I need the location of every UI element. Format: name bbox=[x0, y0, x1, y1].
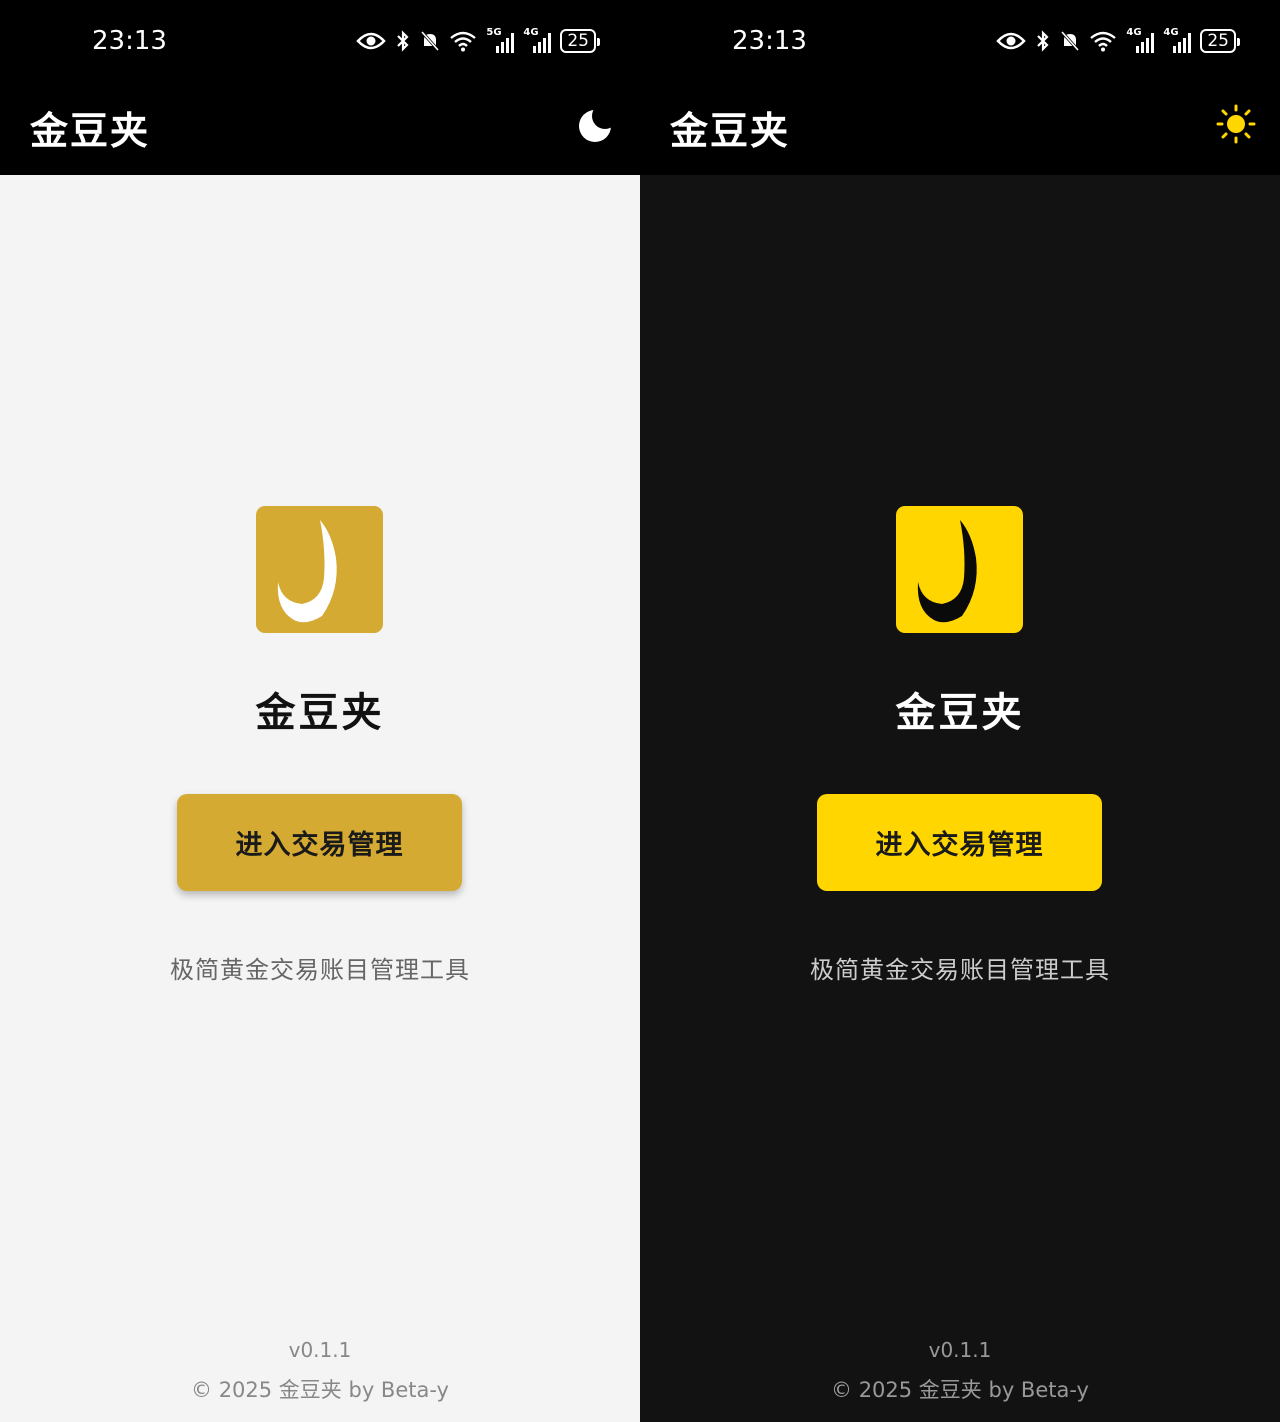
sun-icon bbox=[1216, 104, 1256, 144]
copyright-label: © 2025 金豆夹 by Beta-y bbox=[831, 1378, 1089, 1402]
signal-4g-icon: 4G bbox=[523, 27, 552, 53]
app-bar-title: 金豆夹 bbox=[30, 109, 151, 153]
top-app-bar: 23:13 5G 4G 25 金豆夹 bbox=[0, 0, 640, 175]
wifi-icon bbox=[1090, 31, 1117, 52]
brand-name: 金豆夹 bbox=[895, 690, 1025, 736]
dark-theme-screen: 23:13 4G 4G 25 金豆夹 金豆夹 进入交易管理 极简黄金交易账目管理… bbox=[640, 0, 1280, 1422]
status-time: 23:13 bbox=[732, 26, 807, 56]
wifi-icon bbox=[450, 31, 477, 52]
bluetooth-icon bbox=[397, 30, 409, 52]
signal-4g-icon: 4G bbox=[1126, 27, 1155, 53]
status-icons: 4G 4G 25 bbox=[996, 27, 1240, 53]
moon-icon bbox=[579, 103, 618, 142]
bell-muted-icon bbox=[1061, 31, 1080, 51]
top-app-bar: 23:13 4G 4G 25 金豆夹 bbox=[640, 0, 1280, 175]
bluetooth-icon bbox=[1037, 30, 1049, 52]
light-theme-screen: 23:13 5G 4G 25 金豆夹 金豆夹 进入交易管理 极简黄金交易账目管理… bbox=[0, 0, 640, 1422]
battery-indicator: 25 bbox=[560, 29, 600, 53]
version-label: v0.1.1 bbox=[288, 1338, 352, 1362]
eye-icon bbox=[356, 32, 387, 50]
signal-4g-icon: 4G bbox=[1163, 27, 1192, 53]
status-time: 23:13 bbox=[92, 26, 167, 56]
bell-muted-icon bbox=[421, 31, 440, 51]
version-label: v0.1.1 bbox=[928, 1338, 992, 1362]
battery-indicator: 25 bbox=[1200, 29, 1240, 53]
status-icons: 5G 4G 25 bbox=[356, 27, 600, 53]
tagline: 极简黄金交易账目管理工具 bbox=[170, 956, 470, 984]
enter-trade-management-button[interactable]: 进入交易管理 bbox=[177, 794, 462, 891]
signal-5g-icon: 5G bbox=[486, 27, 515, 53]
copyright-label: © 2025 金豆夹 by Beta-y bbox=[191, 1378, 449, 1402]
app-logo bbox=[256, 506, 383, 633]
tagline: 极简黄金交易账目管理工具 bbox=[810, 956, 1110, 984]
theme-toggle-button[interactable] bbox=[1216, 104, 1256, 144]
app-bar-title: 金豆夹 bbox=[670, 109, 791, 153]
app-logo bbox=[896, 506, 1023, 633]
enter-trade-management-button[interactable]: 进入交易管理 bbox=[817, 794, 1102, 891]
theme-toggle-button[interactable] bbox=[576, 103, 618, 144]
brand-name: 金豆夹 bbox=[255, 690, 385, 736]
eye-icon bbox=[996, 32, 1027, 50]
